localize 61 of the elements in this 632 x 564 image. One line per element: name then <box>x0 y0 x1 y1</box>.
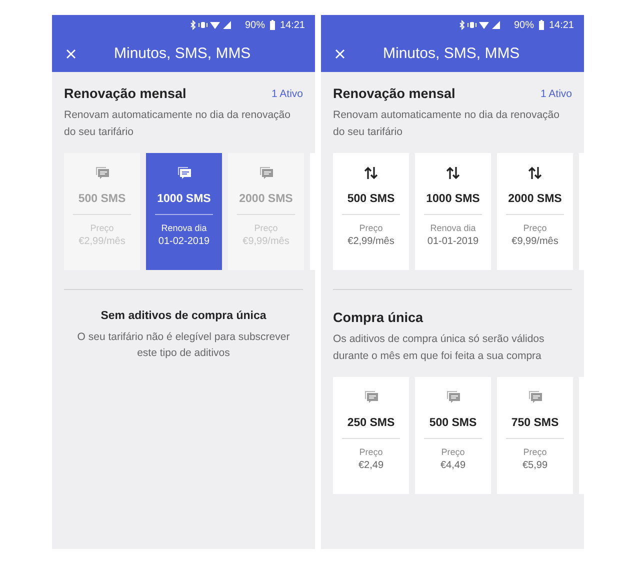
battery-icon <box>270 20 275 30</box>
up-down-arrows-icon <box>363 166 379 180</box>
section-description: Renovam automaticamente no dia da renovação do seu tarifário <box>64 108 292 140</box>
plan-label: Preço <box>523 223 547 233</box>
plan-amount: 250 SMS <box>347 417 395 429</box>
active-count[interactable]: 1 Ativo <box>540 88 572 100</box>
battery-percent: 90% <box>244 20 265 30</box>
chat-icon <box>94 166 110 180</box>
section-description: Renovam automaticamente no dia da renovação do seu tarifário <box>333 108 560 140</box>
plan-value: €2,99/mês <box>348 236 394 247</box>
plan-label: Preço <box>359 447 383 457</box>
plan-amount: 2000 SMS <box>508 193 562 205</box>
plan-amount: 1000 SMS <box>157 193 211 205</box>
chat-icon <box>176 166 192 180</box>
plan-card[interactable]: 250 SMS Preço €2,49 <box>333 377 409 494</box>
close-icon[interactable] <box>335 48 345 58</box>
plan-value: 01-02-2019 <box>158 236 210 247</box>
battery-icon <box>538 20 544 30</box>
active-count[interactable]: 1 Ativo <box>271 88 303 100</box>
chat-icon <box>363 390 379 404</box>
plan-amount: 500 SMS <box>429 417 477 429</box>
plan-amount: 500 SMS <box>78 193 126 205</box>
chat-icon <box>527 390 543 404</box>
plan-label: Preço <box>359 223 383 233</box>
status-icons <box>458 20 501 30</box>
up-down-arrows-icon <box>445 166 461 180</box>
plan-card[interactable]: 750 SMS Preço €5,99 <box>497 377 573 494</box>
screen-title: Minutos, SMS, MMS <box>383 45 520 62</box>
plan-amount: 1000 SMS <box>426 193 480 205</box>
chat-icon <box>258 166 274 180</box>
clock: 14:21 <box>548 20 574 30</box>
battery-percent: 90% <box>514 20 534 30</box>
empty-title: Sem aditivos de compra única <box>100 310 266 322</box>
section-title: Renovação mensal <box>64 86 186 101</box>
plan-value: €9,99/mês <box>512 236 558 247</box>
chat-icon <box>445 390 461 404</box>
plan-value: 01-01-2019 <box>427 236 479 247</box>
section-title: Compra única <box>333 310 424 325</box>
plan-card[interactable]: 500 SMS Preço €4,49 <box>415 377 491 494</box>
plan-label: Preço <box>523 447 547 457</box>
plan-card[interactable]: 500 SMS Preço €2,99/mês <box>333 153 409 270</box>
plan-value: €2,49 <box>358 460 384 471</box>
empty-description: O seu tarifário não é elegível para subscrever este tipo de aditivos <box>76 330 291 361</box>
section-title: Renovação mensal <box>333 86 456 101</box>
plan-label: Renova dia <box>430 223 476 233</box>
plan-label: Preço <box>441 447 465 457</box>
plan-amount: 2000 SMS <box>239 193 293 205</box>
clock: 14:21 <box>280 20 305 30</box>
plan-card[interactable]: 1000 SMS Renova dia 01-02-2019 <box>146 153 222 270</box>
plan-amount: 500 SMS <box>347 193 395 205</box>
plan-value: €5,99 <box>522 460 548 471</box>
status-icons <box>190 20 232 30</box>
plan-label: Renova dia <box>161 223 207 233</box>
screen-title: Minutos, SMS, MMS <box>114 45 251 62</box>
close-icon[interactable] <box>66 48 76 58</box>
up-down-arrows-icon <box>527 166 543 180</box>
plan-card[interactable]: 2000 SMS Preço €9,99/mês <box>497 153 573 270</box>
plan-card[interactable]: 1000 SMS Renova dia 01-01-2019 <box>415 153 491 270</box>
plan-value: €4,49 <box>440 460 466 471</box>
section-description: Os aditivos de compra única só serão válidos durante o mês em que foi feita a sua compra <box>333 332 546 364</box>
plan-amount: 750 SMS <box>511 417 559 429</box>
